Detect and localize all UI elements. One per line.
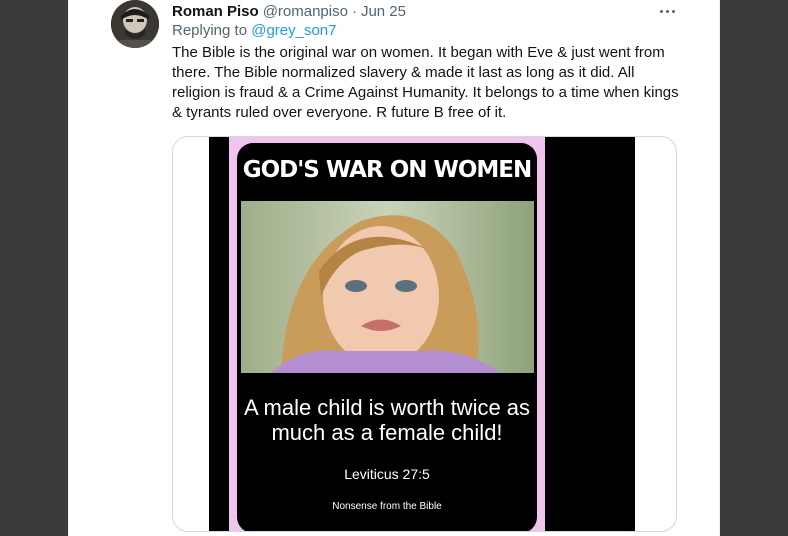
avatar[interactable] <box>111 0 159 48</box>
replying-to-line: Replying to @grey_son7 <box>172 22 337 39</box>
right-gutter <box>720 0 788 536</box>
poster-title: GOD'S WAR ON WOMEN <box>242 157 533 183</box>
separator-dot: · <box>351 2 357 20</box>
poster-citation: Leviticus 27:5 <box>344 466 430 482</box>
more-dot <box>671 9 675 13</box>
avatar-image <box>111 0 159 48</box>
poster-claim: A male child is worth twice as much as a… <box>243 395 531 445</box>
poster-photo <box>241 201 534 373</box>
author-handle[interactable]: @romanpiso <box>263 3 348 20</box>
poster-source: Nonsense from the Bible <box>332 501 442 512</box>
left-gutter <box>0 0 68 536</box>
more-options-icon[interactable] <box>655 2 679 20</box>
tweet-date[interactable]: Jun 25 <box>361 3 406 20</box>
replying-prefix: Replying to <box>172 22 248 39</box>
tweet-header: Roman Piso @romanpiso · Jun 25 <box>172 1 406 21</box>
media-image[interactable]: GOD'S WAR ON WOMEN A male child is worth… <box>172 136 677 532</box>
more-dot <box>665 9 669 13</box>
crying-child-photo <box>241 201 534 373</box>
author-display-name[interactable]: Roman Piso <box>172 3 259 20</box>
replying-mention-link[interactable]: @grey_son7 <box>251 22 336 39</box>
more-dot <box>659 9 663 13</box>
tweet-card[interactable]: Roman Piso @romanpiso · Jun 25 Replying … <box>68 0 720 536</box>
tweet-text: The Bible is the original war on women. … <box>172 44 679 121</box>
